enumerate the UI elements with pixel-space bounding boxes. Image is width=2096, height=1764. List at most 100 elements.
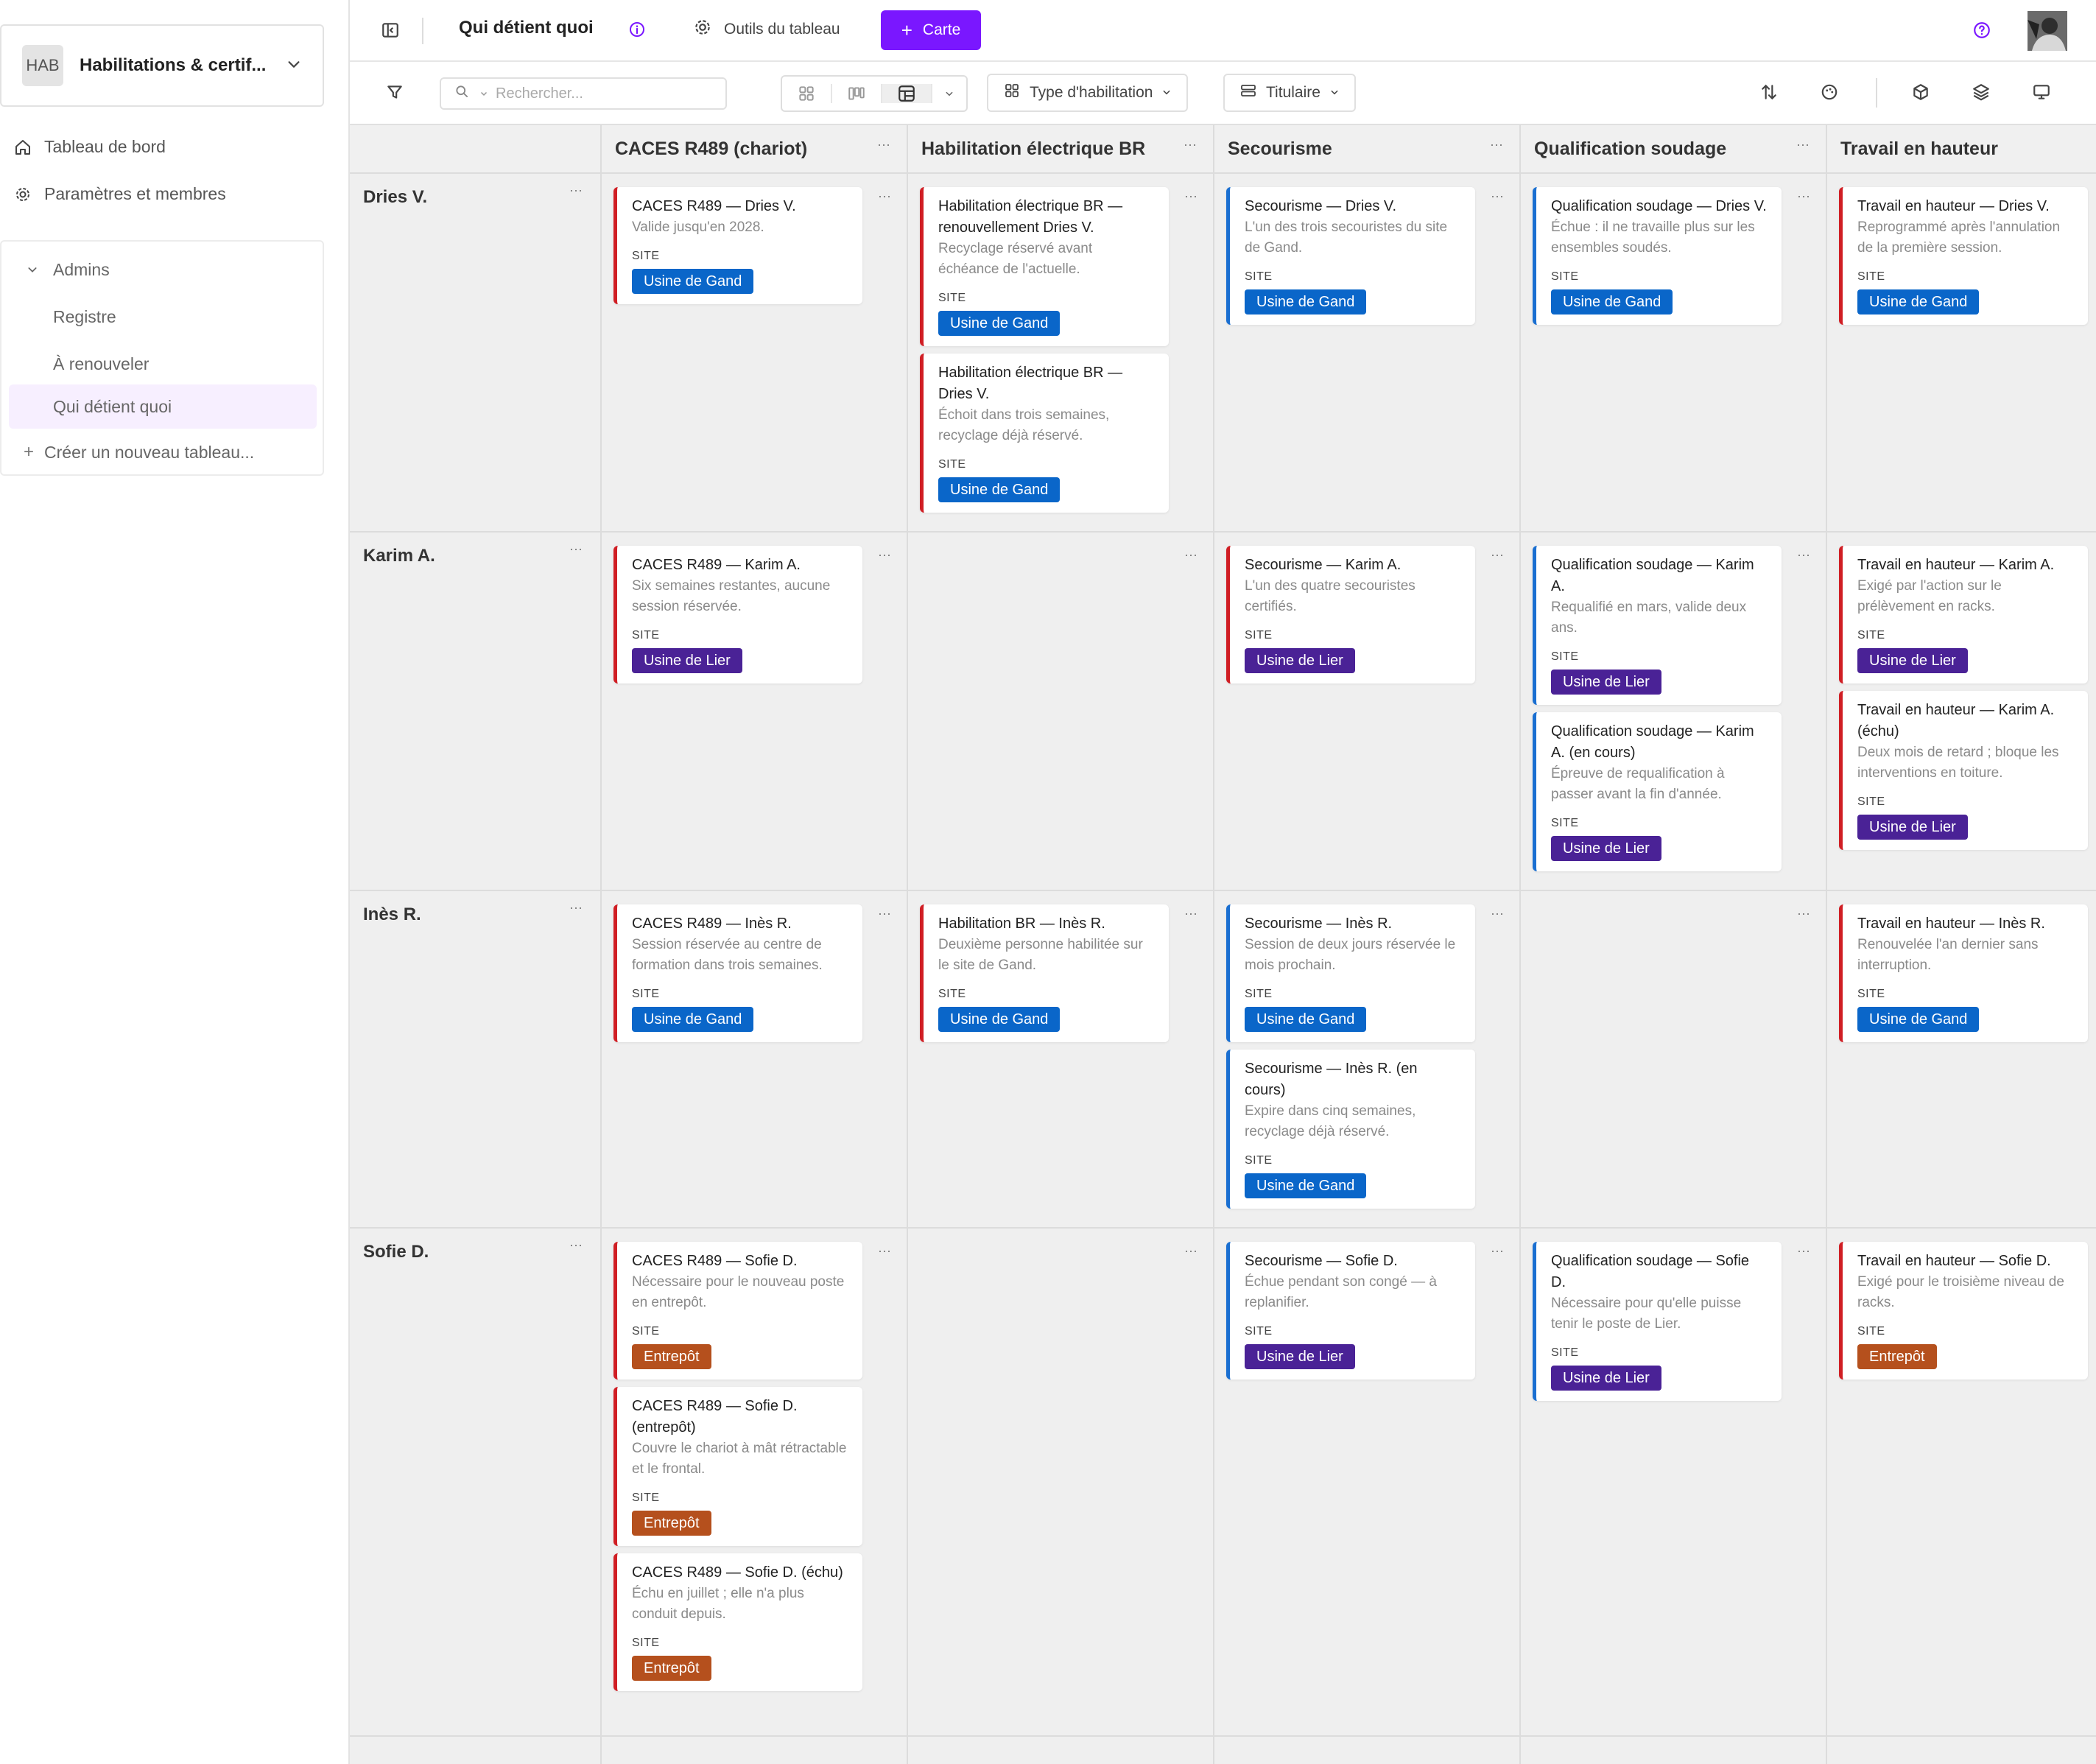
site-tag: Usine de Gand xyxy=(1245,1173,1367,1198)
kanban-view-icon[interactable] xyxy=(832,84,882,103)
card-description: Deuxième personne habilitée sur le site … xyxy=(938,937,1143,973)
cell-menu-icon[interactable]: ··· xyxy=(1797,189,1810,204)
column-menu-icon[interactable]: ··· xyxy=(1796,137,1810,152)
cell-menu-icon[interactable]: ··· xyxy=(1184,547,1198,563)
credential-card[interactable]: Travail en hauteur — Inès R. Renouvelée l… xyxy=(1839,904,2088,1042)
add-card-button[interactable]: + Carte xyxy=(881,10,981,50)
card-description: Six semaines restantes, aucune session r… xyxy=(632,578,831,614)
cell-menu-icon[interactable]: ··· xyxy=(1184,189,1198,204)
cell-menu-icon[interactable]: ··· xyxy=(1491,1243,1504,1259)
credential-card[interactable]: Qualification soudage — Dries V. Échue : … xyxy=(1533,187,1782,325)
card-description: Nécessaire pour qu'elle puisse tenir le … xyxy=(1551,1296,1742,1332)
row-menu-icon[interactable]: ··· xyxy=(569,183,583,198)
top-bar: Qui détient quoi Outils du tableau + Car… xyxy=(350,0,2096,62)
credential-card[interactable]: Habilitation électrique BR — Dries V. Éch… xyxy=(920,354,1169,513)
gear-icon xyxy=(13,185,32,204)
row-menu-icon[interactable]: ··· xyxy=(569,1237,583,1253)
site-tag-wrap: Entrepôt xyxy=(632,1338,848,1369)
column-menu-icon[interactable]: ··· xyxy=(1184,137,1197,152)
toggle-sidebar-button[interactable] xyxy=(381,21,400,43)
credential-card[interactable]: CACES R489 — Sofie D. (échu) Échu en juil… xyxy=(613,1553,862,1691)
credential-card[interactable]: Qualification soudage — Sofie D. Nécessai… xyxy=(1533,1242,1782,1401)
filter-icon[interactable] xyxy=(385,82,404,102)
credential-card[interactable]: Qualification soudage — Karim A. (en cou… xyxy=(1533,712,1782,871)
group-label: Admins xyxy=(53,259,110,279)
cell-menu-icon[interactable]: ··· xyxy=(1797,906,1810,921)
card-site-label: SITE xyxy=(1551,817,1579,829)
avatar[interactable] xyxy=(2028,11,2067,51)
site-tag-wrap: Entrepôt xyxy=(632,1650,848,1681)
cell-menu-icon[interactable]: ··· xyxy=(1491,189,1504,204)
cell-menu-icon[interactable]: ··· xyxy=(1797,547,1810,563)
nav-dashboard[interactable]: Tableau de bord xyxy=(13,137,166,157)
sort-icon[interactable] xyxy=(1759,82,1779,102)
credential-card[interactable]: Qualification soudage — Karim A. Requalif… xyxy=(1533,546,1782,705)
sidebar-item-a-renouveler[interactable]: À renouveler xyxy=(9,342,317,386)
row-grouping-dropdown[interactable]: Titulaire xyxy=(1223,74,1356,112)
credential-card[interactable]: CACES R489 — Inès R. Session réservée au … xyxy=(613,904,862,1042)
credential-card[interactable]: Travail en hauteur — Karim A. Exigé par l… xyxy=(1839,546,2088,684)
cell-menu-icon[interactable]: ··· xyxy=(878,189,891,204)
credential-card[interactable]: Travail en hauteur — Karim A. (échu) Deux… xyxy=(1839,691,2088,850)
create-board-link[interactable]: + Créer un nouveau tableau... xyxy=(9,430,317,474)
row-menu-icon[interactable]: ··· xyxy=(569,900,583,916)
layers-icon[interactable] xyxy=(1972,82,1991,102)
credential-card[interactable]: Habilitation BR — Inès R. Deuxième person… xyxy=(920,904,1169,1042)
site-tag-wrap: Usine de Lier xyxy=(1857,809,2073,840)
cell-menu-icon[interactable]: ··· xyxy=(1184,1243,1198,1259)
chevron-down-icon xyxy=(1329,84,1340,102)
card-description: Session de deux jours réservée le mois p… xyxy=(1245,937,1456,973)
help-icon[interactable] xyxy=(1972,21,1991,40)
cell-menu-icon[interactable]: ··· xyxy=(1184,906,1198,921)
palette-icon[interactable] xyxy=(1820,82,1839,102)
credential-card[interactable]: Secourisme — Karim A. L'un des quatre sec… xyxy=(1226,546,1475,684)
credential-card[interactable]: CACES R489 — Sofie D. (entrepôt) Couvre l… xyxy=(613,1387,862,1546)
credential-card[interactable]: Habilitation électrique BR — renouvellem… xyxy=(920,187,1169,346)
add-card-label: Carte xyxy=(922,21,961,38)
site-tag-wrap: Usine de Gand xyxy=(938,305,1154,336)
site-tag-wrap: Usine de Lier xyxy=(1551,664,1767,695)
group-toggle-admins[interactable]: Admins xyxy=(9,247,317,292)
matrix-view-icon[interactable] xyxy=(882,84,932,103)
card-description: Épreuve de requalification à passer avan… xyxy=(1551,766,1725,802)
cell-menu-icon[interactable]: ··· xyxy=(878,906,891,921)
cell-menu-icon[interactable]: ··· xyxy=(878,1243,891,1259)
board-tools-button[interactable]: Outils du tableau xyxy=(693,18,840,41)
grid-view-icon[interactable] xyxy=(782,84,832,103)
column-menu-icon[interactable]: ··· xyxy=(877,137,890,152)
column-menu-icon[interactable]: ··· xyxy=(1490,137,1503,152)
row-menu-icon[interactable]: ··· xyxy=(569,541,583,557)
divider xyxy=(1876,78,1877,108)
credential-card[interactable]: Travail en hauteur — Dries V. Reprogrammé… xyxy=(1839,187,2088,325)
view-options-chevron-icon[interactable] xyxy=(932,88,966,99)
workspace-switcher[interactable]: HAB Habilitations & certif... xyxy=(0,24,324,107)
credential-card[interactable]: Secourisme — Sofie D. Échue pendant son c… xyxy=(1226,1242,1475,1380)
site-tag-wrap: Usine de Gand xyxy=(1857,284,2073,315)
credential-card[interactable]: CACES R489 — Karim A. Six semaines restan… xyxy=(613,546,862,684)
site-tag: Usine de Lier xyxy=(1857,648,1968,673)
credential-card[interactable]: CACES R489 — Sofie D. Nécessaire pour le … xyxy=(613,1242,862,1380)
credential-card[interactable]: Secourisme — Inès R. (en cours) Expire da… xyxy=(1226,1050,1475,1209)
cell-menu-icon[interactable]: ··· xyxy=(1491,547,1504,563)
credential-card[interactable]: Secourisme — Inès R. Session de deux jour… xyxy=(1226,904,1475,1042)
cube-icon[interactable] xyxy=(1911,82,1930,102)
card-title: CACES R489 — Sofie D. (échu) xyxy=(632,1564,843,1581)
search-input[interactable]: Rechercher... xyxy=(440,77,727,110)
nav-settings[interactable]: Paramètres et membres xyxy=(13,184,226,204)
sidebar-item-qui-detient-quoi[interactable]: Qui détient quoi xyxy=(9,384,317,429)
credential-card[interactable]: Secourisme — Dries V. L'un des trois seco… xyxy=(1226,187,1475,325)
cell-menu-icon[interactable]: ··· xyxy=(1491,906,1504,921)
info-icon[interactable] xyxy=(628,21,646,38)
credential-card[interactable]: Travail en hauteur — Sofie D. Exigé pour … xyxy=(1839,1242,2088,1380)
cell-menu-icon[interactable]: ··· xyxy=(1797,1243,1810,1259)
monitor-icon[interactable] xyxy=(2032,82,2051,102)
card-description: Expire dans cinq semaines, recyclage déj… xyxy=(1245,1103,1416,1139)
card-description: Échue pendant son congé — à replanifier. xyxy=(1245,1274,1437,1310)
column-grouping-dropdown[interactable]: Type d'habilitation xyxy=(987,74,1189,112)
sidebar-toggle-icon xyxy=(381,21,400,43)
sidebar-item-registre[interactable]: Registre xyxy=(9,295,317,339)
cell-menu-icon[interactable]: ··· xyxy=(878,547,891,563)
site-tag: Usine de Gand xyxy=(938,1007,1061,1032)
site-tag-wrap: Usine de Lier xyxy=(632,642,848,673)
credential-card[interactable]: CACES R489 — Dries V. Valide jusqu'en 202… xyxy=(613,187,862,304)
